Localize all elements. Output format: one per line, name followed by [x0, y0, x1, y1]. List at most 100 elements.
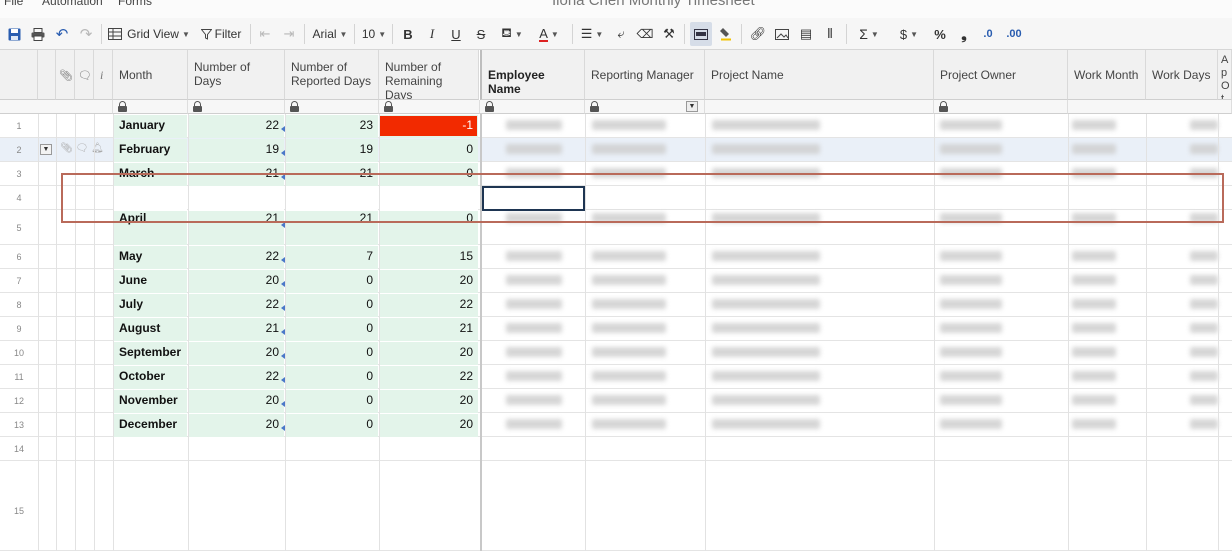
increase-decimal-button[interactable]: .00 — [1002, 18, 1026, 50]
row-comment-icon[interactable]: 🗨︎ — [75, 143, 88, 154]
row-number[interactable]: 12 — [0, 396, 38, 406]
table-row[interactable] — [0, 437, 1232, 461]
column-header-project-name[interactable]: Project Name — [705, 50, 934, 100]
undo-icon[interactable]: ↶ — [52, 18, 72, 50]
wrap-text-icon[interactable]: ⤶ — [610, 18, 632, 50]
row-number[interactable]: 3 — [0, 169, 38, 179]
attachments-header[interactable]: 📎︎ — [56, 50, 75, 100]
month-cell[interactable]: May — [113, 249, 188, 263]
column-header-employee-name[interactable]: Employee Name — [480, 50, 585, 100]
month-cell[interactable]: October — [113, 369, 188, 383]
comments-header[interactable]: 🗨︎ — [75, 50, 94, 100]
row-number[interactable]: 1 — [0, 121, 38, 131]
days-cell[interactable]: 22 — [188, 249, 285, 263]
reported-days-cell[interactable]: 0 — [285, 369, 379, 383]
month-cell[interactable]: August — [113, 321, 188, 335]
row-number[interactable]: 7 — [0, 276, 38, 286]
row-number[interactable]: 2 — [0, 145, 38, 155]
row-attachment-icon[interactable]: 📎︎ — [60, 143, 73, 154]
month-cell[interactable]: January — [113, 118, 188, 132]
currency-button[interactable]: $ ▼ — [892, 18, 926, 50]
days-cell[interactable]: 19 — [188, 142, 285, 156]
bold-button[interactable]: B — [398, 18, 418, 50]
column-props-icon[interactable]: ⫴ — [819, 18, 841, 50]
highlight-changes-icon[interactable] — [690, 22, 712, 46]
reported-days-cell[interactable]: 0 — [285, 297, 379, 311]
column-header-month[interactable]: Month — [113, 50, 188, 100]
days-cell[interactable]: 20 — [188, 273, 285, 287]
comma-button[interactable]: ❟ — [953, 18, 975, 50]
remaining-days-cell[interactable]: 20 — [379, 273, 479, 287]
row-number[interactable]: 11 — [0, 372, 38, 382]
reported-days-cell[interactable]: 23 — [285, 118, 379, 132]
outdent-icon[interactable]: ⇤ — [255, 18, 275, 50]
remaining-days-cell[interactable]: 20 — [379, 417, 479, 431]
row-number[interactable]: 8 — [0, 300, 38, 310]
filter-button[interactable]: Filter — [196, 18, 246, 50]
column-header-work-month[interactable]: Work Month — [1068, 50, 1146, 100]
italic-button[interactable]: I — [422, 18, 442, 50]
row-number[interactable]: 5 — [0, 223, 38, 233]
table-row[interactable] — [0, 461, 1232, 551]
format-painter-icon[interactable]: ⚒ — [658, 18, 680, 50]
reported-days-cell[interactable]: 0 — [285, 417, 379, 431]
days-cell[interactable]: 22 — [188, 118, 285, 132]
reported-days-cell[interactable]: 19 — [285, 142, 379, 156]
reported-days-cell[interactable]: 0 — [285, 321, 379, 335]
days-cell[interactable]: 20 — [188, 345, 285, 359]
column-header-work-days[interactable]: Work Days — [1146, 50, 1218, 100]
text-color-button[interactable]: A ▼ — [532, 18, 566, 50]
column-header-reporting-manager[interactable]: Reporting Manager — [585, 50, 705, 100]
card-view-icon[interactable]: ▤ — [795, 18, 817, 50]
menu-forms[interactable]: Forms — [118, 0, 152, 8]
redo-icon[interactable]: ↷ — [76, 18, 96, 50]
row-number[interactable]: 4 — [0, 193, 38, 203]
fill-color-button[interactable]: ⛾ ▼ — [496, 18, 528, 50]
days-cell[interactable]: 22 — [188, 297, 285, 311]
days-cell[interactable]: 20 — [188, 417, 285, 431]
eraser-icon[interactable]: ⌫ — [634, 18, 656, 50]
row-number[interactable]: 9 — [0, 324, 38, 334]
reported-days-cell[interactable]: 0 — [285, 273, 379, 287]
grid-view-dropdown[interactable]: Grid View ▼ — [108, 18, 190, 50]
print-icon[interactable] — [28, 18, 48, 50]
row-number[interactable]: 15 — [0, 506, 38, 516]
column-header-approval[interactable]: Ap Ot Bu — [1218, 50, 1232, 100]
days-cell[interactable]: 20 — [188, 393, 285, 407]
indent-icon[interactable]: ⇥ — [279, 18, 299, 50]
menu-file[interactable]: File — [4, 0, 23, 8]
link-icon[interactable]: 🔗︎ — [747, 18, 769, 50]
column-header-number-of-days[interactable]: Number of Days — [188, 50, 285, 100]
decrease-decimal-button[interactable]: .0 — [977, 18, 999, 50]
row-number[interactable]: 6 — [0, 252, 38, 262]
remaining-days-cell[interactable]: 15 — [379, 249, 479, 263]
reported-days-cell[interactable]: 0 — [285, 345, 379, 359]
month-cell[interactable]: November — [113, 393, 188, 407]
month-cell[interactable]: December — [113, 417, 188, 431]
remaining-days-cell[interactable]: 20 — [379, 345, 479, 359]
column-header-remaining-days[interactable]: Number of Remaining Days — [379, 50, 479, 100]
dropdown-arrow-icon[interactable]: ▼ — [686, 101, 698, 112]
remaining-days-cell[interactable]: -1 — [379, 118, 479, 132]
underline-button[interactable]: U — [446, 18, 466, 50]
remaining-days-cell[interactable]: 21 — [379, 321, 479, 335]
row-number[interactable]: 13 — [0, 420, 38, 430]
row-menu-icon[interactable]: ▼ — [40, 144, 52, 155]
reported-days-cell[interactable]: 0 — [285, 393, 379, 407]
month-cell[interactable]: June — [113, 273, 188, 287]
align-dropdown[interactable]: ☰ ▼ — [578, 18, 606, 50]
percent-button[interactable]: % — [929, 18, 951, 50]
save-icon[interactable] — [4, 18, 24, 50]
row-number[interactable]: 10 — [0, 348, 38, 358]
row-number[interactable]: 14 — [0, 444, 38, 454]
column-header-reported-days[interactable]: Number of Reported Days — [285, 50, 379, 100]
remaining-days-cell[interactable]: 22 — [379, 297, 479, 311]
days-cell[interactable]: 21 — [188, 321, 285, 335]
sum-button[interactable]: Σ ▼ — [852, 18, 886, 50]
days-cell[interactable]: 22 — [188, 369, 285, 383]
month-cell[interactable]: September — [113, 345, 188, 359]
remaining-days-cell[interactable]: 20 — [379, 393, 479, 407]
remaining-days-cell[interactable]: 0 — [379, 142, 479, 156]
column-header-project-owner[interactable]: Project Owner — [934, 50, 1068, 100]
remaining-days-cell[interactable]: 22 — [379, 369, 479, 383]
